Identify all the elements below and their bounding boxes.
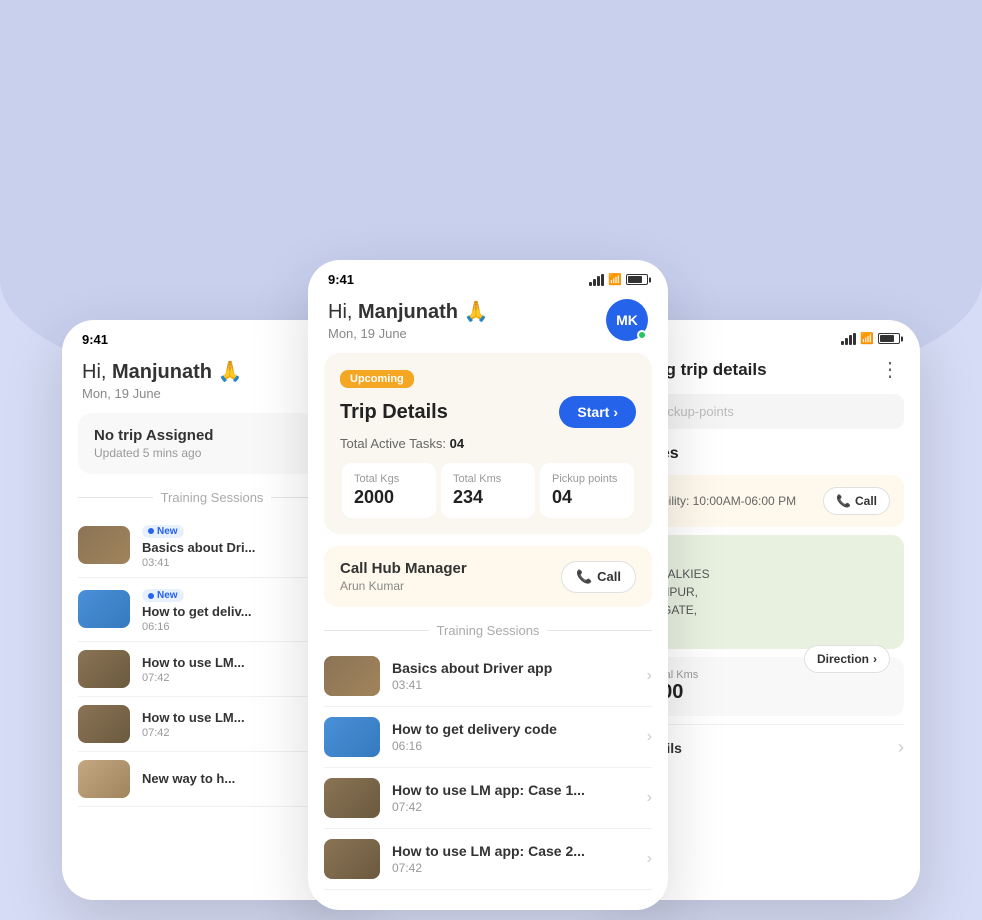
left-greeting: Hi, Manjunath 🙏: [82, 359, 242, 384]
thumb-4: [78, 705, 130, 743]
call-manager-subtitle: Arun Kumar: [340, 579, 467, 593]
thumb-2: [78, 590, 130, 628]
status-icons: 📶: [589, 273, 648, 286]
right-phone-icon: 📞: [836, 494, 851, 508]
right-battery-icon: [878, 333, 900, 344]
chevron-right-icon: ›: [647, 667, 652, 685]
map-card: IAL S TALKIES ITHPUR, H GATE, 2 Directio…: [636, 535, 904, 649]
thumb-1: [78, 526, 130, 564]
chevron-right-icon: ›: [647, 728, 652, 746]
phone-icon: 📞: [576, 569, 592, 585]
thumb-3: [78, 650, 130, 688]
wifi-icon: 📶: [608, 273, 622, 286]
stat-pickup: Pickup points 04: [540, 463, 634, 518]
list-item[interactable]: New How to get deliv... 06:16: [78, 578, 346, 643]
call-button[interactable]: 📞 Call: [561, 561, 636, 593]
list-item[interactable]: New Basics about Dri... 03:41: [78, 513, 346, 578]
center-thumb-2: [324, 717, 380, 757]
no-trip-card: No trip Assigned Updated 5 mins ago: [78, 413, 346, 474]
search-bar[interactable]: t pickup-points: [636, 394, 904, 429]
list-item[interactable]: Basics about Driver app 03:41 ›: [324, 646, 652, 707]
list-item[interactable]: How to get delivery code 06:16 ›: [324, 707, 652, 768]
list-item[interactable]: How to use LM app: Case 1... 07:42 ›: [324, 768, 652, 829]
right-status-icons: 📶: [841, 332, 900, 345]
right-call-button[interactable]: 📞 Call: [823, 487, 890, 515]
details-chevron-icon: ›: [898, 737, 904, 758]
direction-button[interactable]: Direction ›: [804, 645, 890, 673]
center-phone: 9:41 📶 Hi, Manjunath 🙏 Mon, 19 June: [308, 260, 668, 910]
right-call-card: ilability: 10:00AM-06:00 PM 📞 Call: [636, 475, 904, 527]
no-trip-subtitle: Updated 5 mins ago: [94, 446, 213, 460]
center-thumb-1: [324, 656, 380, 696]
more-options-icon[interactable]: ⋮: [880, 357, 900, 382]
avatar: MK: [606, 299, 648, 341]
right-signal-icon: [841, 333, 856, 345]
new-badge: New: [142, 589, 184, 602]
center-thumb-4: [324, 839, 380, 879]
kms-value: 100: [650, 681, 890, 704]
center-thumb-3: [324, 778, 380, 818]
center-date: Mon, 19 June: [328, 326, 488, 341]
trip-card: Upcoming Trip Details Start › Total Acti…: [324, 353, 652, 534]
upcoming-badge: Upcoming: [340, 370, 414, 388]
center-section-header: Training Sessions: [308, 619, 668, 646]
signal-icon: [589, 274, 604, 286]
avatar-online-dot: [637, 330, 647, 340]
left-time: 9:41: [82, 332, 108, 347]
call-manager-title: Call Hub Manager: [340, 560, 467, 577]
left-date: Mon, 19 June: [82, 386, 242, 401]
chevron-right-icon: ›: [647, 850, 652, 868]
center-greeting: Hi, Manjunath 🙏: [328, 299, 488, 324]
center-time: 9:41: [328, 272, 354, 287]
trip-stats: Total Kgs 2000 Total Kms 234 Pickup poin…: [340, 463, 636, 518]
active-tasks: Total Active Tasks: 04: [340, 436, 636, 451]
call-hub-card: Call Hub Manager Arun Kumar 📞 Call: [324, 546, 652, 607]
map-address: IAL S TALKIES ITHPUR, H GATE, 2: [650, 547, 890, 637]
trip-title: Trip Details: [340, 401, 448, 424]
center-status-bar: 9:41 📶: [308, 260, 668, 291]
no-trip-title: No trip Assigned: [94, 427, 213, 444]
chevron-right-icon: ›: [647, 789, 652, 807]
start-button[interactable]: Start ›: [559, 396, 636, 428]
right-wifi-icon: 📶: [860, 332, 874, 345]
stat-kms: Total Kms 234: [441, 463, 535, 518]
list-item[interactable]: New way to h...: [78, 752, 346, 807]
center-training-list: Basics about Driver app 03:41 › How to g…: [308, 646, 668, 890]
center-phone-header: Hi, Manjunath 🙏 Mon, 19 June MK: [308, 291, 668, 353]
battery-icon: [626, 274, 648, 285]
list-item[interactable]: How to use LM... 07:42: [78, 697, 346, 752]
details-row[interactable]: Details ›: [636, 724, 904, 770]
new-badge: New: [142, 525, 184, 538]
thumb-5: [78, 760, 130, 798]
list-item[interactable]: How to use LM... 07:42: [78, 642, 346, 697]
list-item[interactable]: How to use LM app: Case 2... 07:42 ›: [324, 829, 652, 890]
availability-text: ilability: 10:00AM-06:00 PM: [650, 494, 796, 508]
stat-kgs: Total Kgs 2000: [342, 463, 436, 518]
